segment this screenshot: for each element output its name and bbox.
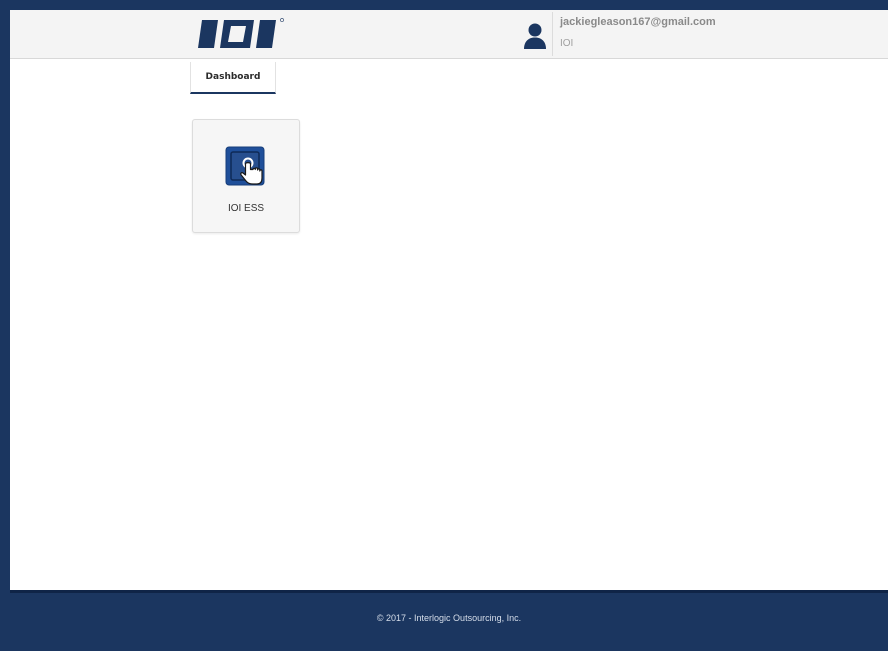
- user-avatar-icon[interactable]: [520, 22, 550, 50]
- copyright-text: © 2017 - Interlogic Outsourcing, Inc.: [376, 613, 522, 623]
- top-header: jackiegleason167@gmail.com IOI: [10, 10, 888, 59]
- app-window: jackiegleason167@gmail.com IOI Dashboard…: [8, 8, 888, 651]
- page-footer: © 2017 - Interlogic Outsourcing, Inc.: [10, 590, 888, 651]
- user-organization: IOI: [560, 38, 574, 49]
- header-divider: [552, 12, 553, 56]
- app-tile-ioi-ess[interactable]: IOI ESS: [192, 119, 300, 233]
- user-email[interactable]: jackiegleason167@gmail.com: [560, 16, 716, 28]
- touch-screen-icon: [225, 146, 271, 192]
- app-tile-label: IOI ESS: [227, 203, 265, 214]
- ioi-logo[interactable]: [196, 16, 286, 52]
- tab-dashboard[interactable]: Dashboard: [190, 62, 276, 94]
